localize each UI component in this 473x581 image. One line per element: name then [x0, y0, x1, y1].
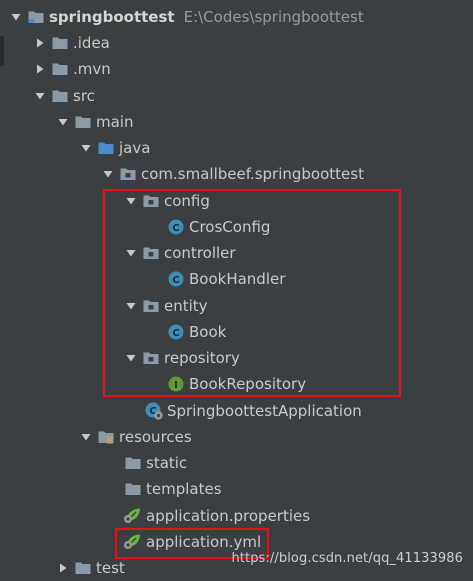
tree-node-package[interactable]: com.smallbeef.springboottest: [0, 161, 473, 187]
spring-leaf-icon: [123, 529, 143, 555]
spring-leaf-icon: [123, 503, 143, 529]
tree-node-config[interactable]: config: [0, 188, 473, 214]
tree-node-templates[interactable]: templates: [0, 476, 473, 502]
tree-node-static[interactable]: static: [0, 450, 473, 476]
chevron-right-icon[interactable]: [30, 56, 50, 82]
chevron-down-icon[interactable]: [30, 83, 50, 109]
chevron-down-icon[interactable]: [121, 293, 141, 319]
tree-label: Book: [189, 323, 227, 341]
tree-node-controller[interactable]: controller: [0, 240, 473, 266]
package-icon: [141, 293, 161, 319]
tree-label: src: [73, 87, 95, 105]
chevron-down-icon[interactable]: [76, 424, 96, 450]
class-icon: C: [166, 266, 186, 292]
tree-node-application-properties[interactable]: application.properties: [0, 503, 473, 529]
project-name: springboottest: [49, 8, 175, 26]
tree-node-entity[interactable]: entity: [0, 293, 473, 319]
tree-node-book-repository[interactable]: I BookRepository: [0, 371, 473, 397]
folder-icon: [50, 83, 70, 109]
tree-node-book-handler[interactable]: C BookHandler: [0, 266, 473, 292]
tree-label: config: [164, 192, 210, 210]
chevron-right-icon[interactable]: [53, 555, 73, 581]
tree-label: .idea: [73, 34, 110, 52]
package-icon: [118, 161, 138, 187]
chevron-down-icon[interactable]: [98, 161, 118, 187]
folder-icon: [50, 30, 70, 56]
tree-label: entity: [164, 297, 208, 315]
tree-label: controller: [164, 244, 236, 262]
tree-label: repository: [164, 349, 240, 367]
tree-label: resources: [119, 428, 192, 446]
source-folder-icon: [96, 135, 116, 161]
project-tree: springboottest E:\Codes\springboottest .…: [0, 0, 473, 580]
tree-label: BookRepository: [189, 375, 307, 393]
tree-label: .mvn: [73, 60, 111, 78]
package-icon: [141, 188, 161, 214]
project-path: E:\Codes\springboottest: [183, 8, 364, 26]
tree-node-book[interactable]: C Book: [0, 319, 473, 345]
tree-node-mvn[interactable]: .mvn: [0, 56, 473, 82]
svg-text:C: C: [172, 223, 179, 234]
tree-label: test: [96, 559, 125, 577]
resources-folder-icon: [96, 424, 116, 450]
chevron-down-icon[interactable]: [121, 240, 141, 266]
watermark: https://blog.csdn.net/qq_41133986: [231, 551, 463, 566]
tree-label: java: [119, 139, 151, 157]
tree-node-java[interactable]: java: [0, 135, 473, 161]
interface-icon: I: [166, 371, 186, 397]
tree-label: SpringboottestApplication: [167, 402, 362, 420]
chevron-down-icon[interactable]: [6, 4, 26, 30]
tree-label: main: [96, 113, 134, 131]
tree-node-main[interactable]: main: [0, 109, 473, 135]
tree-node-project-root[interactable]: springboottest E:\Codes\springboottest: [0, 4, 473, 30]
module-folder-icon: [26, 4, 46, 30]
tree-node-repository[interactable]: repository: [0, 345, 473, 371]
class-icon: C: [166, 214, 186, 240]
folder-icon: [123, 450, 143, 476]
svg-text:I: I: [174, 380, 178, 391]
folder-icon: [73, 555, 93, 581]
spring-boot-class-icon: C: [144, 398, 164, 424]
folder-icon: [73, 109, 93, 135]
tree-label: BookHandler: [189, 270, 286, 288]
chevron-down-icon[interactable]: [53, 109, 73, 135]
chevron-down-icon[interactable]: [121, 345, 141, 371]
tree-node-springboottest-application[interactable]: C SpringboottestApplication: [0, 398, 473, 424]
tree-node-resources[interactable]: resources: [0, 424, 473, 450]
tree-node-src[interactable]: src: [0, 83, 473, 109]
tree-label: application.properties: [146, 507, 311, 525]
tree-label: CrosConfig: [189, 218, 271, 236]
package-icon: [141, 240, 161, 266]
svg-text:C: C: [172, 275, 179, 286]
chevron-down-icon[interactable]: [121, 188, 141, 214]
tree-node-idea[interactable]: .idea: [0, 30, 473, 56]
chevron-right-icon[interactable]: [30, 30, 50, 56]
tree-label: templates: [146, 480, 222, 498]
svg-text:C: C: [172, 328, 179, 339]
folder-icon: [50, 56, 70, 82]
chevron-down-icon[interactable]: [76, 135, 96, 161]
package-icon: [141, 345, 161, 371]
tree-label: static: [146, 454, 188, 472]
tree-label: com.smallbeef.springboottest: [141, 165, 364, 183]
tree-label: application.yml: [146, 533, 262, 551]
class-icon: C: [166, 319, 186, 345]
tree-node-cros-config[interactable]: C CrosConfig: [0, 214, 473, 240]
folder-icon: [123, 476, 143, 502]
